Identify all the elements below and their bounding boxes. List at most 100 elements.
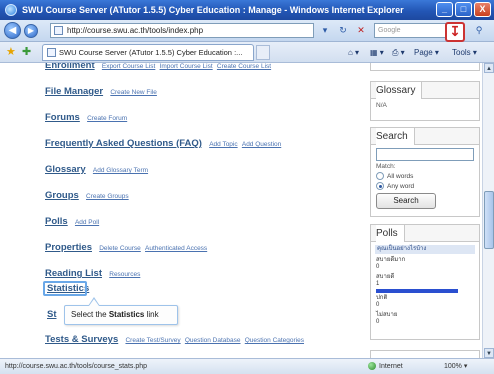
maximize-button[interactable]: □ bbox=[455, 2, 472, 17]
menu-item-faq: Frequently Asked Questions (FAQ) Add Top… bbox=[45, 138, 281, 149]
menu-item-forums: Forums Create Forum bbox=[45, 112, 127, 123]
address-url: http://course.swu.ac.th/tools/index.php bbox=[67, 26, 204, 35]
properties-link[interactable]: Properties bbox=[45, 242, 92, 253]
any-word-radio[interactable] bbox=[376, 182, 384, 190]
menu-item-groups: Groups Create Groups bbox=[45, 190, 129, 201]
poll-option-label: ปกติ bbox=[376, 295, 388, 301]
faq-link[interactable]: Frequently Asked Questions (FAQ) bbox=[45, 138, 202, 149]
new-tab-button[interactable] bbox=[256, 45, 270, 60]
import-course-list-link[interactable]: Import Course List bbox=[160, 63, 213, 70]
back-button[interactable]: ◀ bbox=[4, 22, 21, 39]
add-glossary-term-link[interactable]: Add Glossary Term bbox=[93, 167, 148, 174]
sidebar-previous-box bbox=[370, 63, 480, 71]
authenticated-access-link[interactable]: Authenticated Access bbox=[145, 245, 207, 252]
reading-list-link[interactable]: Reading List bbox=[45, 268, 102, 279]
forward-button[interactable]: ▶ bbox=[24, 24, 38, 38]
menu-item-tests-surveys: Tests & Surveys Create Test/Survey Quest… bbox=[45, 334, 304, 345]
resources-link[interactable]: Resources bbox=[109, 271, 140, 278]
poll-option-count: 1 bbox=[376, 281, 380, 287]
add-favorites-icon[interactable]: ✚ bbox=[22, 46, 31, 58]
add-poll-link[interactable]: Add Poll bbox=[75, 219, 99, 226]
glossary-link[interactable]: Glossary bbox=[45, 164, 86, 175]
any-word-label: Any word bbox=[387, 182, 415, 190]
forums-link[interactable]: Forums bbox=[45, 112, 80, 123]
internet-zone: Internet bbox=[368, 359, 403, 374]
delete-course-link[interactable]: Delete Course bbox=[99, 245, 141, 252]
groups-link[interactable]: Groups bbox=[45, 190, 79, 201]
sidebar-search-button[interactable]: Search bbox=[376, 193, 436, 209]
ie-logo-icon bbox=[5, 4, 17, 16]
sidebar-next-box bbox=[370, 350, 480, 358]
minimize-button[interactable]: _ bbox=[436, 2, 453, 17]
polls-box: Polls คุณเป็นอย่างไรบ้าง สบายดีมาก 0 สบายด… bbox=[370, 224, 480, 340]
download-icon[interactable]: ↧ bbox=[445, 22, 465, 42]
window-title-bar: SWU Course Server (ATutor 1.5.5) Cyber E… bbox=[0, 0, 494, 20]
create-new-file-link[interactable]: Create New File bbox=[110, 89, 157, 96]
address-dropdown-icon[interactable]: ▾ bbox=[318, 23, 332, 38]
poll-question[interactable]: คุณเป็นอย่างไรบ้าง bbox=[375, 245, 475, 254]
any-word-option[interactable]: Any word bbox=[376, 182, 474, 190]
callout-prefix: Select the bbox=[71, 310, 109, 319]
glossary-title: Glossary bbox=[376, 82, 423, 99]
feeds-icon[interactable]: ▦ ▾ bbox=[370, 45, 384, 60]
address-toolbar: ◀ ▶ http://course.swu.ac.th/tools/index.… bbox=[0, 20, 494, 42]
polls-title: Polls bbox=[376, 225, 405, 242]
vertical-scrollbar[interactable]: ▲ ▼ bbox=[482, 63, 494, 358]
add-question-link[interactable]: Add Question bbox=[242, 141, 281, 148]
poll-option-label: ไม่สบาย bbox=[376, 312, 398, 318]
menu-item-partial: St bbox=[47, 309, 57, 320]
question-categories-link[interactable]: Question Categories bbox=[245, 337, 304, 344]
status-url: http://course.swu.ac.th/tools/course_sta… bbox=[5, 363, 148, 370]
tab-toolbar: ★ ✚ SWU Course Server (ATutor 1.5.5) Cyb… bbox=[0, 42, 494, 63]
menu-item-polls: Polls Add Poll bbox=[45, 216, 99, 227]
poll-option-count: 0 bbox=[376, 319, 380, 325]
menu-item-properties: Properties Delete Course Authenticated A… bbox=[45, 242, 207, 253]
menu-item-glossary: Glossary Add Glossary Term bbox=[45, 164, 148, 175]
tools-menu[interactable]: Tools ▾ bbox=[452, 45, 477, 60]
create-forum-link[interactable]: Create Forum bbox=[87, 115, 127, 122]
search-title: Search bbox=[376, 128, 415, 145]
scroll-down-icon[interactable]: ▼ bbox=[484, 348, 494, 358]
enrollment-link[interactable]: Enrollment bbox=[45, 63, 95, 71]
create-groups-link[interactable]: Create Groups bbox=[86, 193, 129, 200]
add-topic-link[interactable]: Add Topic bbox=[209, 141, 237, 148]
callout-suffix: link bbox=[144, 310, 159, 319]
tests-surveys-link[interactable]: Tests & Surveys bbox=[45, 334, 118, 345]
refresh-icon[interactable]: ↻ bbox=[336, 23, 350, 38]
sidebar-search-input[interactable] bbox=[376, 148, 474, 161]
close-button[interactable]: X bbox=[474, 2, 491, 17]
page-content: Enrollment Export Course List Import Cou… bbox=[0, 63, 494, 358]
tab-active[interactable]: SWU Course Server (ATutor 1.5.5) Cyber E… bbox=[42, 44, 254, 61]
export-course-list-link[interactable]: Export Course List bbox=[102, 63, 155, 70]
file-manager-link[interactable]: File Manager bbox=[45, 86, 103, 97]
tab-label: SWU Course Server (ATutor 1.5.5) Cyber E… bbox=[59, 48, 243, 57]
status-bar: http://course.swu.ac.th/tools/course_sta… bbox=[0, 358, 494, 374]
stop-icon[interactable]: ✕ bbox=[354, 23, 368, 38]
page-menu[interactable]: Page ▾ bbox=[414, 45, 439, 60]
glossary-content: N/A bbox=[376, 102, 387, 109]
polls-link[interactable]: Polls bbox=[45, 216, 68, 227]
zoom-level[interactable]: 100% ▾ bbox=[444, 359, 467, 374]
address-bar[interactable]: http://course.swu.ac.th/tools/index.php bbox=[50, 23, 314, 38]
favorites-star-icon[interactable]: ★ bbox=[6, 46, 16, 58]
callout-bold: Statistics bbox=[108, 310, 145, 319]
poll-option-label: สบายดีมาก bbox=[376, 257, 406, 263]
home-icon[interactable]: ⌂ ▾ bbox=[348, 45, 359, 60]
print-icon[interactable]: ⎙ ▾ bbox=[392, 45, 405, 60]
statistics-highlight-frame bbox=[43, 281, 87, 296]
partially-hidden-link[interactable]: St bbox=[47, 309, 57, 320]
all-words-option[interactable]: All words bbox=[376, 172, 474, 180]
search-box: Search Match: All words Any word Search bbox=[370, 127, 480, 217]
poll-option-count: 0 bbox=[376, 264, 380, 270]
window-title: SWU Course Server (ATutor 1.5.5) Cyber E… bbox=[22, 5, 404, 15]
glossary-box: Glossary N/A bbox=[370, 81, 480, 121]
all-words-radio[interactable] bbox=[376, 172, 384, 180]
search-go-icon[interactable]: ⚲ bbox=[470, 23, 488, 38]
create-test-survey-link[interactable]: Create Test/Survey bbox=[125, 337, 180, 344]
scroll-thumb[interactable] bbox=[484, 191, 494, 249]
page-icon bbox=[54, 26, 63, 35]
question-database-link[interactable]: Question Database bbox=[185, 337, 241, 344]
scroll-up-icon[interactable]: ▲ bbox=[484, 63, 494, 73]
create-course-list-link[interactable]: Create Course List bbox=[217, 63, 271, 70]
menu-item-reading-list: Reading List Resources bbox=[45, 268, 140, 279]
